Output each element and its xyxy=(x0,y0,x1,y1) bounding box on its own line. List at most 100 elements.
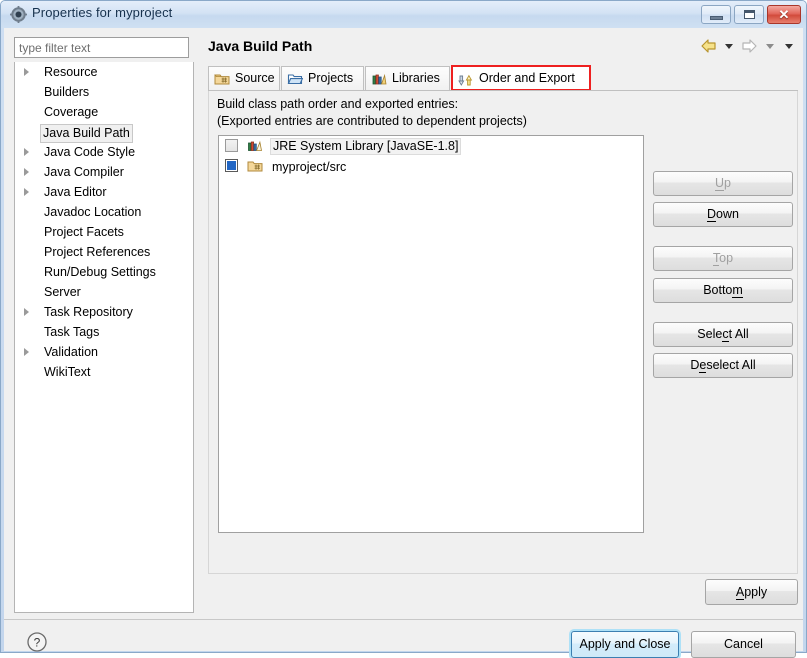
sidebar-item-task-repository[interactable]: Task Repository xyxy=(15,302,193,322)
apply-button[interactable]: Apply xyxy=(705,579,798,605)
libraries-icon xyxy=(371,71,387,87)
forward-button[interactable] xyxy=(740,38,758,54)
filter-input[interactable] xyxy=(14,37,189,58)
expand-arrow-icon[interactable] xyxy=(24,148,29,156)
dialog-client-area: Resource Builders Coverage Java Build Pa… xyxy=(4,28,803,658)
top-button[interactable]: Top xyxy=(653,246,793,271)
sidebar-item-label: Resource xyxy=(44,65,98,79)
maximize-icon xyxy=(744,10,755,19)
expand-arrow-icon[interactable] xyxy=(24,68,29,76)
select-all-label-pre: Sele xyxy=(697,327,723,342)
tab-libraries[interactable]: Libraries xyxy=(365,66,450,90)
sidebar-item-label: Java Build Path xyxy=(40,124,133,143)
up-button-mnemonic: U xyxy=(715,176,725,192)
forward-dropdown-chevron-down-icon[interactable] xyxy=(765,43,774,49)
help-question-icon[interactable]: ? xyxy=(26,631,48,653)
expand-arrow-icon[interactable] xyxy=(24,348,29,356)
sidebar-item-wikitext[interactable]: WikiText xyxy=(15,362,193,382)
minimize-button[interactable] xyxy=(701,5,731,24)
order-export-icon xyxy=(458,72,474,88)
sidebar-item-coverage[interactable]: Coverage xyxy=(15,102,193,122)
sidebar-item-javadoc-location[interactable]: Javadoc Location xyxy=(15,202,193,222)
sidebar-item-label: Run/Debug Settings xyxy=(44,265,156,279)
sidebar-item-label: Server xyxy=(44,285,81,299)
sidebar-item-label: Java Editor xyxy=(44,185,107,199)
sidebar-item-label: Project References xyxy=(44,245,151,259)
back-dropdown-chevron-down-icon[interactable] xyxy=(724,43,733,49)
sidebar-item-project-facets[interactable]: Project Facets xyxy=(15,222,193,242)
select-all-label-post: t All xyxy=(728,327,749,342)
deselect-all-label-pre: D xyxy=(690,358,700,373)
sidebar-item-validation[interactable]: Validation xyxy=(15,342,193,362)
sidebar-item-label: Java Code Style xyxy=(44,145,136,159)
close-button[interactable]: ✕ xyxy=(767,5,801,24)
eclipse-properties-icon xyxy=(10,6,27,23)
deselect-all-label-post: select All xyxy=(706,358,756,373)
down-button[interactable]: Down xyxy=(653,202,793,227)
description-line-1: Build class path order and exported entr… xyxy=(217,97,459,111)
bottom-button[interactable]: Bottom xyxy=(653,278,793,303)
expand-arrow-icon[interactable] xyxy=(24,188,29,196)
tab-projects[interactable]: Projects xyxy=(281,66,364,90)
sidebar-item-label: Task Tags xyxy=(44,325,100,339)
sidebar-item-label: Javadoc Location xyxy=(44,205,142,219)
tab-bar: Source Projects Libraries Order and Expo… xyxy=(208,65,798,91)
top-button-label: op xyxy=(719,251,734,266)
window-title: Properties for myproject xyxy=(32,5,173,20)
tab-order-and-export[interactable]: Order and Export xyxy=(451,65,591,91)
expand-arrow-icon[interactable] xyxy=(24,168,29,176)
preferences-tree[interactable]: Resource Builders Coverage Java Build Pa… xyxy=(14,62,194,613)
sidebar-item-java-editor[interactable]: Java Editor xyxy=(15,182,193,202)
projects-icon xyxy=(287,71,303,87)
sidebar-item-java-compiler[interactable]: Java Compiler xyxy=(15,162,193,182)
tab-label: Projects xyxy=(308,71,354,85)
sidebar-item-run-debug-settings[interactable]: Run/Debug Settings xyxy=(15,262,193,282)
sidebar-item-label: Coverage xyxy=(44,105,99,119)
entry-checkbox[interactable] xyxy=(225,139,238,153)
list-item[interactable]: JRE System Library [JavaSE-1.8] xyxy=(219,136,643,156)
minimize-icon xyxy=(710,16,723,20)
sidebar-item-label: Builders xyxy=(44,85,90,99)
sidebar-item-label: Task Repository xyxy=(44,305,133,319)
sidebar-item-builders[interactable]: Builders xyxy=(15,82,193,102)
tab-label: Source xyxy=(235,71,275,85)
classpath-entries-list[interactable]: JRE System Library [JavaSE-1.8] myprojec… xyxy=(218,135,644,533)
apply-and-close-button[interactable]: Apply and Close xyxy=(571,631,679,658)
maximize-button[interactable] xyxy=(734,5,764,24)
sidebar-item-label: Validation xyxy=(44,345,98,359)
apply-button-mnemonic: A xyxy=(735,584,745,600)
sidebar-item-task-tags[interactable]: Task Tags xyxy=(15,322,193,342)
list-item[interactable]: myproject/src xyxy=(219,156,643,176)
order-export-panel: Build class path order and exported entr… xyxy=(208,91,798,574)
apply-and-close-label: Apply and Close xyxy=(579,637,671,652)
tab-source[interactable]: Source xyxy=(208,66,280,90)
dialog-footer: ? Apply and Close Cancel xyxy=(4,620,803,658)
back-button[interactable] xyxy=(700,38,718,54)
cancel-button[interactable]: Cancel xyxy=(691,631,796,658)
title-bar[interactable]: Properties for myproject ✕ xyxy=(1,1,806,28)
expand-arrow-icon[interactable] xyxy=(24,308,29,316)
entry-label: JRE System Library [JavaSE-1.8] xyxy=(269,138,462,156)
down-button-label: own xyxy=(716,207,739,222)
source-folder-icon xyxy=(214,71,230,87)
description-line-2: (Exported entries are contributed to dep… xyxy=(217,114,527,128)
up-button-label: p xyxy=(724,176,731,191)
sidebar-item-project-references[interactable]: Project References xyxy=(15,242,193,262)
deselect-all-button[interactable]: Deselect All xyxy=(653,353,793,378)
tab-label: Order and Export xyxy=(479,71,575,85)
sidebar-item-server[interactable]: Server xyxy=(15,282,193,302)
properties-dialog-window: Properties for myproject ✕ Resource Buil… xyxy=(0,0,807,658)
cancel-label: Cancel xyxy=(724,637,763,652)
sidebar-item-java-build-path[interactable]: Java Build Path xyxy=(15,122,193,143)
sidebar-item-label: Project Facets xyxy=(44,225,124,239)
sidebar-item-resource[interactable]: Resource xyxy=(15,62,193,82)
down-button-mnemonic: D xyxy=(707,207,717,223)
up-button[interactable]: Up xyxy=(653,171,793,196)
sidebar-item-label: WikiText xyxy=(44,365,91,379)
view-menu-chevron-down-icon[interactable] xyxy=(785,43,793,49)
page-navigation xyxy=(700,38,797,56)
sidebar-item-java-code-style[interactable]: Java Code Style xyxy=(15,142,193,162)
entry-label: myproject/src xyxy=(271,159,347,174)
select-all-button[interactable]: Select All xyxy=(653,322,793,347)
entry-checkbox[interactable] xyxy=(225,159,238,173)
